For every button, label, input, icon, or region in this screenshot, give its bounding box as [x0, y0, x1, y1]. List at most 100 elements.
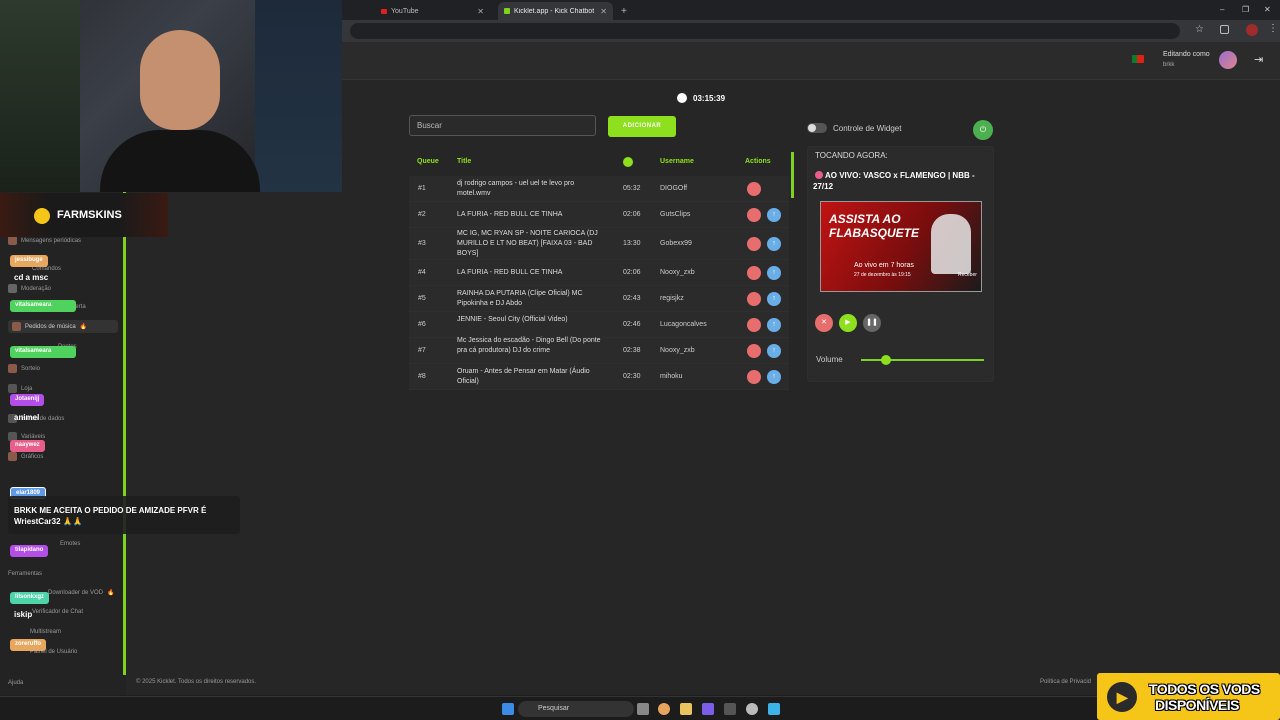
sidebar-item-ajuda[interactable]: Ajuda [8, 680, 23, 686]
privacy-link[interactable]: Política de Privacid [1040, 679, 1091, 685]
sidebar-item-multistream[interactable]: Multistream [30, 629, 61, 635]
chat-user-tag: vitalsameara [10, 346, 76, 358]
requester-username: GutsClips [660, 211, 691, 218]
thumb-receive: Receber [958, 272, 977, 278]
volume-slider[interactable] [861, 359, 984, 361]
move-up-button[interactable]: ↑ [767, 318, 781, 332]
thumb-date: 27 de dezembro às 19:15 [854, 272, 911, 278]
table-row: #5 RAINHA DA PUTARIA (Clipe Oficial) MC P… [409, 286, 789, 312]
sidebar-item-mensagens[interactable]: Mensagens periódicas [8, 236, 81, 245]
sidebar-item-emotes[interactable]: Emotes [60, 541, 80, 547]
queue-position: #8 [418, 373, 426, 380]
highlight-message: BRKK ME ACEITA O PEDIDO DE AMIZADE PFVR … [14, 506, 207, 526]
queue-table: Queue Title Username Actions #1 dj rodrig… [409, 150, 794, 398]
sidebar-item-loja[interactable]: Loja [8, 384, 32, 393]
move-up-button[interactable]: ↑ [767, 370, 781, 384]
sidebar-item-vod[interactable]: Downloader de VOD 🔥 [48, 589, 115, 597]
music-icon [12, 322, 21, 331]
thumb-live: Ao vivo em 7 horas [854, 262, 914, 269]
delete-button[interactable] [747, 237, 761, 251]
search-input[interactable]: Buscar [409, 115, 596, 136]
move-up-button[interactable]: ↑ [767, 208, 781, 222]
chrome-icon[interactable] [658, 703, 670, 715]
sidebar-item-verificador[interactable]: Verificador de Chat [32, 609, 83, 615]
requester-username: regisjkz [660, 295, 684, 302]
song-title: JENNIE - Seoul City (Official Video) [457, 316, 568, 323]
bookmark-star-icon[interactable]: ☆ [1195, 24, 1204, 35]
requester-username: DIOGOff [660, 185, 688, 192]
now-playing-title: AO VIVO: VASCO x FLAMENGO | NBB - 27/12 [813, 171, 975, 191]
menu-icon[interactable]: ⋮ [1268, 23, 1278, 34]
volume-label: Volume [816, 355, 843, 364]
move-up-button[interactable]: ↑ [767, 266, 781, 280]
close-window-button[interactable]: ✕ [1264, 5, 1271, 14]
move-up-button[interactable]: ↑ [767, 292, 781, 306]
editing-label: Editando como [1163, 51, 1210, 58]
url-input[interactable] [350, 23, 1180, 39]
volume-knob[interactable] [880, 355, 891, 365]
pause-button[interactable]: ❚❚ [863, 314, 881, 332]
maximize-button[interactable]: ❐ [1242, 5, 1249, 14]
close-tab-icon[interactable]: ✕ [477, 7, 484, 16]
kicklet-icon [504, 8, 510, 14]
delete-button[interactable] [747, 266, 761, 280]
table-row: #6 JENNIE - Seoul City (Official Video) 02… [409, 312, 789, 338]
gift-icon [8, 364, 17, 373]
sidebar-section-ferramentas: Ferramentas [8, 571, 43, 577]
tab-kicklet[interactable]: Kicklet.app - Kick Chatbot and ✕ [498, 2, 613, 20]
song-duration: 02:38 [623, 347, 641, 354]
portugal-flag-icon[interactable] [1132, 55, 1144, 63]
tab-youtube[interactable]: YouTube ✕ [375, 2, 490, 20]
discord-icon[interactable] [702, 703, 714, 715]
promo-banner: ▶ TODOS OS VODS DISPONÍVEIS [1097, 673, 1280, 720]
power-button[interactable]: ⏻ [973, 120, 993, 140]
song-duration: 02:43 [623, 295, 641, 302]
delete-button[interactable] [747, 208, 761, 222]
delete-button[interactable] [747, 292, 761, 306]
column-username: Username [660, 158, 694, 165]
minimize-button[interactable]: – [1220, 5, 1224, 14]
user-avatar[interactable] [1219, 51, 1237, 69]
terminal-icon[interactable] [724, 703, 736, 715]
delete-button[interactable] [747, 318, 761, 332]
play-button[interactable]: ▶ [839, 314, 857, 332]
clock: 03:15:39 [677, 93, 725, 103]
windows-start-icon[interactable] [502, 703, 514, 715]
queue-position: #3 [418, 240, 426, 247]
chair-shape [0, 0, 80, 192]
youtube-icon [381, 8, 387, 14]
song-title: Mc Jessica do escadão - Dingo Bell (Do p… [457, 337, 601, 354]
move-up-button[interactable]: ↑ [767, 237, 781, 251]
new-tab-button[interactable]: + [615, 2, 629, 20]
logout-icon[interactable]: ⇥ [1254, 53, 1263, 66]
highlight-message-box: BRKK ME ACEITA O PEDIDO DE AMIZADE PFVR … [8, 496, 240, 534]
delete-button[interactable] [747, 370, 761, 384]
sidebar-item-graficos[interactable]: Gráficos [8, 452, 43, 461]
song-duration: 13:30 [623, 240, 641, 247]
queue-scrollbar[interactable] [791, 152, 794, 198]
chart-icon [8, 452, 17, 461]
folder-icon[interactable] [680, 703, 692, 715]
move-up-button[interactable]: ↑ [767, 344, 781, 358]
queue-position: #2 [418, 211, 426, 218]
chat-scroll-bar [123, 190, 126, 675]
delete-button[interactable] [747, 344, 761, 358]
sidebar-item-sorteio[interactable]: Sorteio [8, 364, 40, 373]
delete-button[interactable] [747, 182, 761, 196]
table-row: #4 LA FURIA - RED BULL CE TINHA 02:06 Nooxy… [409, 260, 789, 286]
stop-button[interactable]: ✕ [815, 314, 833, 332]
video-thumbnail[interactable]: ASSISTA AO FLABASQUETE Ao vivo em 7 hora… [820, 201, 982, 292]
close-tab-icon[interactable]: ✕ [600, 7, 607, 16]
sidebar-item-moderacao[interactable]: Moderação [8, 284, 51, 293]
add-button[interactable]: ADICIONAR [608, 116, 676, 137]
widget-control[interactable]: Controle de Widget [807, 123, 901, 133]
widget-toggle[interactable] [807, 123, 827, 133]
profile-avatar[interactable] [1246, 24, 1258, 36]
task-view-icon[interactable] [637, 703, 649, 715]
extensions-icon[interactable] [1220, 25, 1229, 34]
chat-user-tag: tilapidano [10, 545, 49, 557]
sidebar-item-pedidos[interactable]: Pedidos de música 🔥 [8, 320, 118, 333]
obs-icon[interactable] [746, 703, 758, 715]
app-icon[interactable] [768, 703, 780, 715]
taskbar-search[interactable]: Pesquisar [518, 701, 634, 717]
